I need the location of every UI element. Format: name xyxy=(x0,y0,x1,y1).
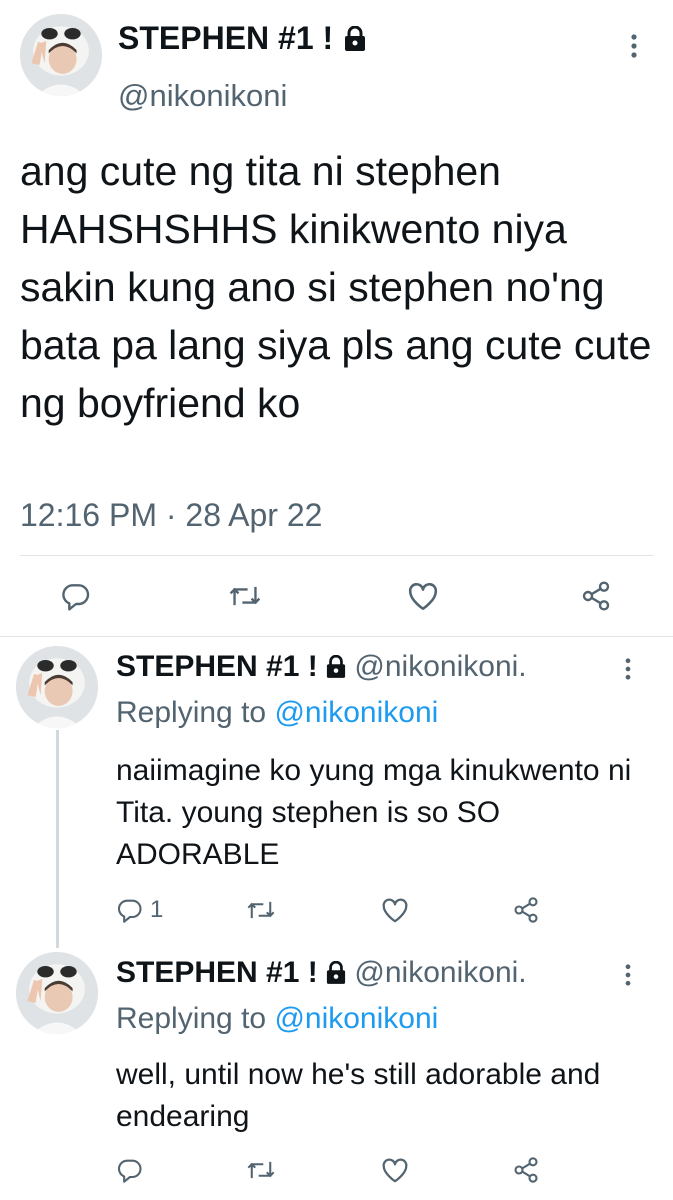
replying-to-prefix: Replying to xyxy=(116,1002,275,1035)
reply-header[interactable]: STEPHEN #1 ! @nikonikoni. xyxy=(116,650,527,687)
share-button[interactable] xyxy=(512,896,540,924)
reply-icon xyxy=(117,899,142,923)
display-name-text: STEPHEN #1 ! xyxy=(118,20,334,56)
reply-count: 1 xyxy=(150,896,164,923)
reply-button[interactable]: 1 xyxy=(116,896,163,924)
reply-text: naiimagine ko yung mga kinukwento ni Tit… xyxy=(116,754,632,871)
like-icon xyxy=(382,1158,408,1183)
avatar[interactable] xyxy=(16,952,98,1034)
section-divider xyxy=(0,636,673,637)
handle: @nikonikoni. xyxy=(354,650,527,683)
handle[interactable]: @nikonikoni xyxy=(118,78,287,114)
share-button[interactable] xyxy=(580,580,612,612)
mention-link[interactable]: @nikonikoni xyxy=(274,1002,438,1035)
retweet-icon xyxy=(247,1161,275,1179)
share-icon xyxy=(514,1157,538,1183)
lock-icon xyxy=(326,653,346,687)
reply-header[interactable]: STEPHEN #1 ! @nikonikoni. xyxy=(116,956,527,993)
avatar-photo-icon xyxy=(20,14,102,96)
like-button[interactable] xyxy=(380,1156,410,1184)
reply-button[interactable] xyxy=(116,1156,144,1184)
tweet-timestamp[interactable]: 12:16 PM · 28 Apr 22 xyxy=(20,497,322,534)
share-icon xyxy=(514,897,538,923)
mention-link[interactable]: @nikonikoni xyxy=(274,696,438,729)
retweet-button[interactable] xyxy=(246,896,276,924)
share-button[interactable] xyxy=(512,1156,540,1184)
handle: @nikonikoni. xyxy=(354,956,527,989)
avatar[interactable] xyxy=(20,14,102,96)
main-tweet: STEPHEN #1 ! @nikonikoni ang cute ng tit… xyxy=(0,0,673,636)
reply-button[interactable] xyxy=(60,580,92,612)
replying-to: Replying to @nikonikoni xyxy=(116,1002,438,1036)
more-options-icon[interactable] xyxy=(624,964,632,991)
more-options-icon[interactable] xyxy=(624,658,632,685)
thread-line xyxy=(56,730,59,948)
like-icon xyxy=(382,898,408,923)
more-options-icon[interactable] xyxy=(630,34,638,58)
retweet-button[interactable] xyxy=(246,1156,276,1184)
lock-icon xyxy=(344,23,366,60)
replying-to-prefix: Replying to xyxy=(116,696,275,729)
share-icon xyxy=(582,581,610,611)
retweet-button[interactable] xyxy=(228,580,262,612)
lock-icon xyxy=(326,959,346,993)
reply-icon xyxy=(62,584,90,611)
retweet-icon xyxy=(247,901,275,919)
replying-to: Replying to @nikonikoni xyxy=(116,696,438,730)
avatar[interactable] xyxy=(16,646,98,728)
reply-icon xyxy=(117,1159,142,1183)
tweet-text: ang cute ng tita ni stephen HAHSHSHHS ki… xyxy=(20,148,652,426)
display-name: STEPHEN #1 ! xyxy=(116,650,318,683)
display-name: STEPHEN #1 ! xyxy=(116,956,318,989)
retweet-icon xyxy=(229,586,261,606)
avatar-photo-icon xyxy=(16,952,98,1034)
like-button[interactable] xyxy=(406,580,440,612)
like-button[interactable] xyxy=(380,896,410,924)
divider xyxy=(20,555,654,556)
display-name[interactable]: STEPHEN #1 ! xyxy=(118,20,366,60)
avatar-photo-icon xyxy=(16,646,98,728)
like-icon xyxy=(408,583,438,611)
reply-text: well, until now he's still adorable and … xyxy=(116,1058,601,1133)
